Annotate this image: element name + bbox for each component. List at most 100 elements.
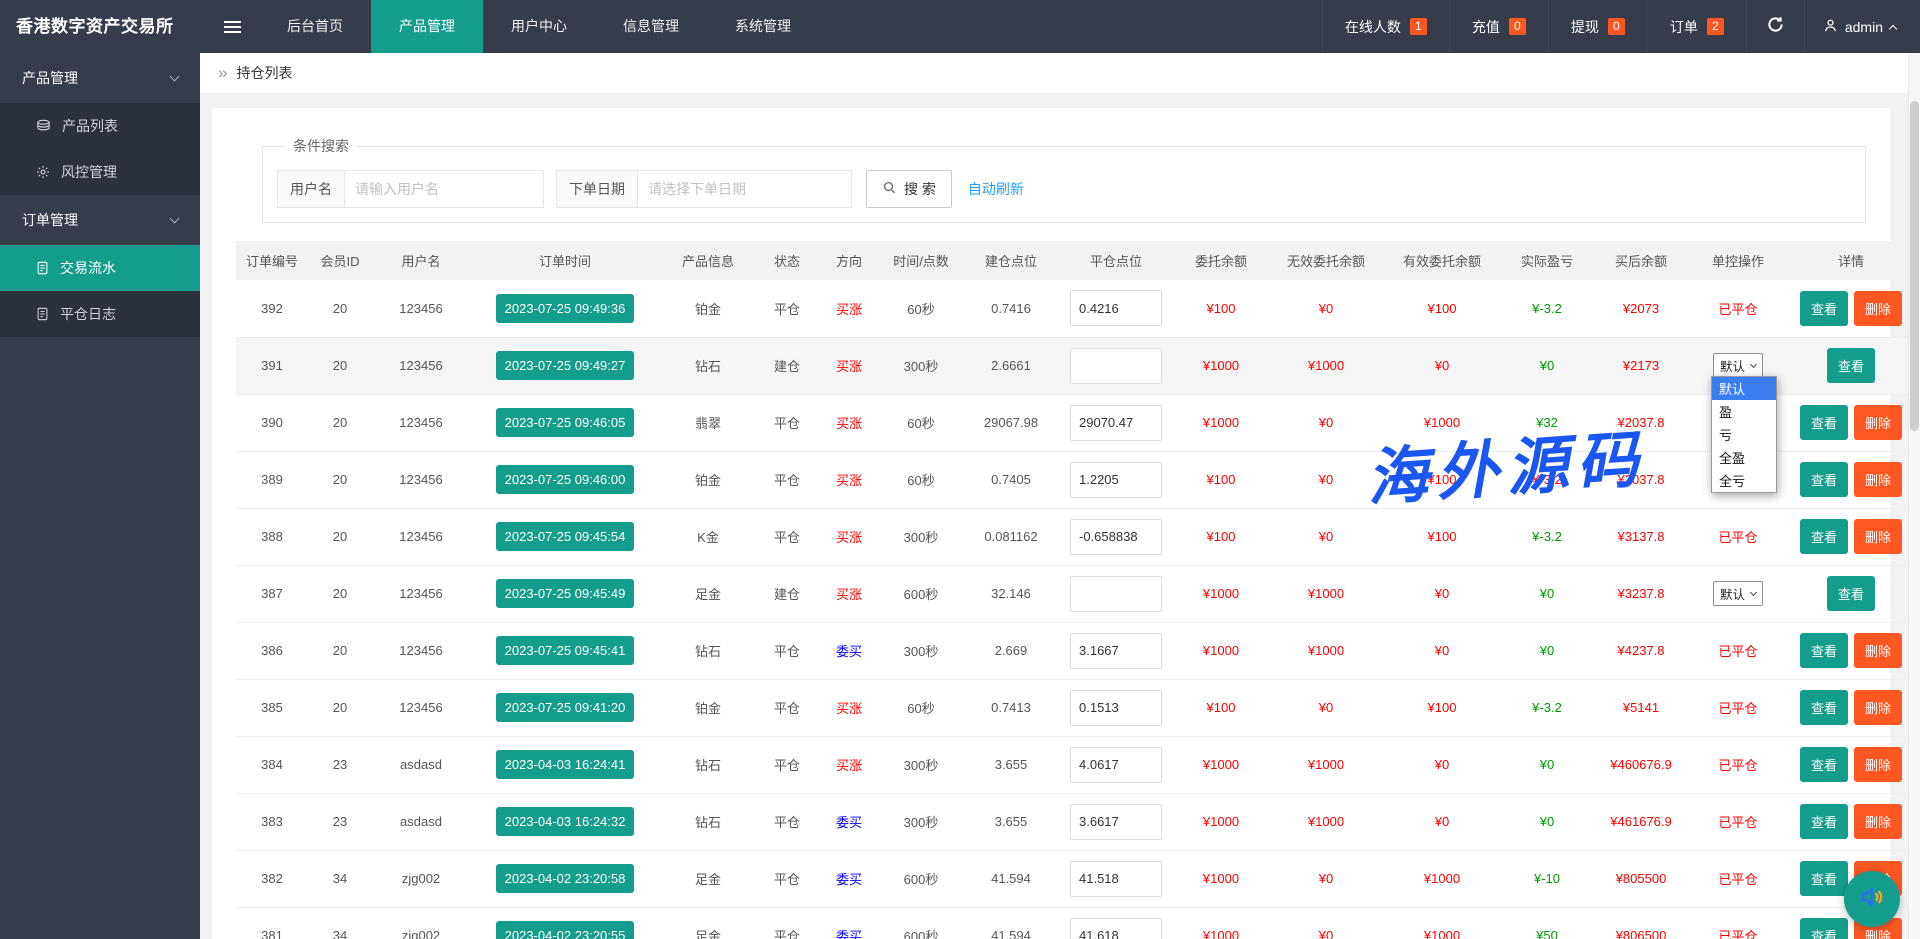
nav-stat-2[interactable]: 提现0: [1548, 0, 1647, 53]
nav-item-2[interactable]: 用户中心: [483, 0, 595, 53]
order-time-button[interactable]: 2023-07-25 09:41:20: [496, 693, 635, 722]
order-time-button[interactable]: 2023-04-02 23:20:58: [496, 864, 635, 893]
view-button[interactable]: 查看: [1800, 633, 1848, 668]
view-button[interactable]: 查看: [1800, 291, 1848, 326]
refresh-button[interactable]: [1746, 0, 1804, 53]
nav-item-3[interactable]: 信息管理: [595, 0, 707, 53]
delete-button[interactable]: 删除: [1854, 519, 1902, 554]
delete-button[interactable]: 删除: [1854, 291, 1902, 326]
close-point-input[interactable]: [1070, 747, 1162, 783]
username: 123456: [399, 301, 442, 316]
direction-label: 买涨: [836, 587, 862, 602]
order-time-button[interactable]: 2023-07-25 09:45:54: [496, 522, 635, 551]
view-button[interactable]: 查看: [1800, 747, 1848, 782]
nav-item-4[interactable]: 系统管理: [707, 0, 819, 53]
actual-profit: ¥-3.2: [1532, 529, 1562, 544]
delete-button[interactable]: 删除: [1854, 462, 1902, 497]
view-button[interactable]: 查看: [1800, 405, 1848, 440]
after-buy-balance: ¥5141: [1623, 700, 1659, 715]
nav-stat-0[interactable]: 在线人数1: [1322, 0, 1449, 53]
nav-item-0[interactable]: 后台首页: [259, 0, 371, 53]
user-menu[interactable]: admin: [1804, 0, 1920, 53]
close-point-input[interactable]: [1070, 462, 1162, 498]
navbar-right: 在线人数1充值0提现0订单2 admin: [1322, 0, 1920, 53]
view-button[interactable]: 查看: [1827, 348, 1875, 383]
nav-stat-1[interactable]: 充值0: [1449, 0, 1548, 53]
select-option-2[interactable]: 亏: [1712, 423, 1776, 446]
view-button[interactable]: 查看: [1800, 861, 1848, 896]
order-date-input[interactable]: [637, 170, 852, 208]
delete-button[interactable]: 删除: [1854, 804, 1902, 839]
table-row: 387201234562023-07-25 09:45:49足金建仓买涨600秒…: [236, 565, 1916, 622]
username: 123456: [399, 472, 442, 487]
order-time-button[interactable]: 2023-04-02 23:20:55: [496, 921, 635, 939]
select-option-4[interactable]: 全亏: [1712, 469, 1776, 492]
close-point-input[interactable]: [1070, 633, 1162, 669]
order-time-button[interactable]: 2023-07-25 09:49:36: [496, 294, 635, 323]
sidebar-group-1[interactable]: 订单管理: [0, 195, 200, 245]
order-time-button[interactable]: 2023-07-25 09:49:27: [496, 351, 635, 380]
after-buy-balance: ¥460676.9: [1610, 757, 1671, 772]
order-time-button[interactable]: 2023-04-03 16:24:32: [496, 807, 635, 836]
period-label: 600秒: [904, 929, 939, 939]
auto-refresh-link[interactable]: 自动刷新: [968, 179, 1024, 199]
view-button[interactable]: 查看: [1800, 804, 1848, 839]
control-select[interactable]: 默认: [1713, 581, 1763, 606]
direction-label: 买涨: [836, 359, 862, 374]
select-option-3[interactable]: 全盈: [1712, 446, 1776, 469]
nav-stat-3[interactable]: 订单2: [1647, 0, 1746, 53]
delete-button[interactable]: 删除: [1854, 405, 1902, 440]
close-point-input[interactable]: [1070, 861, 1162, 897]
status-label: 建仓: [774, 359, 800, 374]
sidebar-item-0-0[interactable]: 产品列表: [0, 103, 200, 149]
position-closed-label: 已平仓: [1718, 815, 1757, 830]
username-input[interactable]: [344, 170, 544, 208]
order-time-button[interactable]: 2023-07-25 09:46:05: [496, 408, 635, 437]
close-point-input[interactable]: [1070, 290, 1162, 326]
table-row: 390201234562023-07-25 09:46:05翡翠平仓买涨60秒2…: [236, 394, 1916, 451]
order-time-button[interactable]: 2023-07-25 09:46:00: [496, 465, 635, 494]
breadcrumb-separator-icon: »: [218, 63, 227, 83]
sidebar-item-1-1[interactable]: 平仓日志: [0, 291, 200, 337]
period-label: 60秒: [907, 701, 934, 716]
positions-table: 订单编号会员ID用户名订单时间产品信息状态方向时间/点数建仓点位平仓点位委托余额…: [236, 241, 1916, 939]
delete-button[interactable]: 删除: [1854, 690, 1902, 725]
control-select[interactable]: 默认: [1713, 353, 1763, 378]
hamburger-menu-icon[interactable]: [205, 0, 259, 53]
after-buy-balance: ¥2173: [1623, 358, 1659, 373]
view-button[interactable]: 查看: [1800, 918, 1848, 939]
sidebar-item-0-1[interactable]: 风控管理: [0, 149, 200, 195]
delete-button[interactable]: 删除: [1854, 633, 1902, 668]
table-header-row: 订单编号会员ID用户名订单时间产品信息状态方向时间/点数建仓点位平仓点位委托余额…: [236, 241, 1916, 280]
order-time-button[interactable]: 2023-07-25 09:45:41: [496, 636, 635, 665]
view-button[interactable]: 查看: [1800, 690, 1848, 725]
close-point-input[interactable]: [1070, 576, 1162, 612]
select-option-0[interactable]: 默认: [1712, 377, 1776, 400]
username: 123456: [399, 415, 442, 430]
speaker-icon: [1857, 882, 1887, 917]
table-row: 385201234562023-07-25 09:41:20铂金平仓买涨60秒0…: [236, 679, 1916, 736]
sidebar-group-0[interactable]: 产品管理: [0, 53, 200, 103]
view-button[interactable]: 查看: [1800, 519, 1848, 554]
close-point-input[interactable]: [1070, 405, 1162, 441]
actual-profit: ¥-3.2: [1532, 472, 1562, 487]
close-point-input[interactable]: [1070, 804, 1162, 840]
close-point-input[interactable]: [1070, 918, 1162, 939]
view-button[interactable]: 查看: [1800, 462, 1848, 497]
sidebar-item-1-0[interactable]: 交易流水: [0, 245, 200, 291]
search-button[interactable]: 搜 索: [866, 170, 952, 208]
close-point-input[interactable]: [1070, 690, 1162, 726]
scrollbar[interactable]: [1908, 53, 1920, 939]
scrollbar-thumb[interactable]: [1910, 101, 1919, 431]
select-option-1[interactable]: 盈: [1712, 400, 1776, 423]
close-point-input[interactable]: [1070, 348, 1162, 384]
delete-button[interactable]: 删除: [1854, 747, 1902, 782]
entrust-balance: ¥1000: [1203, 586, 1239, 601]
order-time-button[interactable]: 2023-07-25 09:45:49: [496, 579, 635, 608]
order-id: 385: [261, 700, 283, 715]
view-button[interactable]: 查看: [1827, 576, 1875, 611]
close-point-input[interactable]: [1070, 519, 1162, 555]
order-time-button[interactable]: 2023-04-03 16:24:41: [496, 750, 635, 779]
sound-fab-button[interactable]: [1844, 871, 1900, 927]
nav-item-1[interactable]: 产品管理: [371, 0, 483, 53]
